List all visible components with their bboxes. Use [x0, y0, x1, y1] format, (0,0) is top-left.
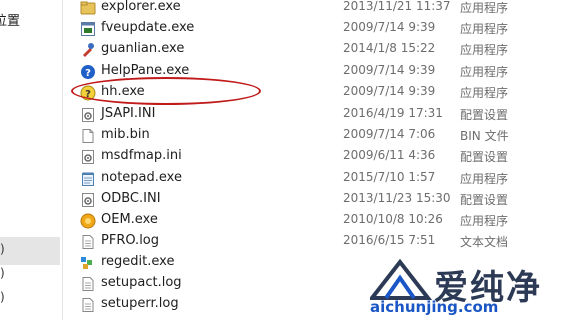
file-name: explorer.exe	[101, 0, 181, 14]
file-date-modified: 2009/7/14 7:06	[343, 127, 436, 141]
help-question-icon: ?	[80, 85, 96, 101]
svg-text:?: ?	[85, 89, 91, 100]
file-row[interactable]: ODBC.INI 2013/11/23 15:30 配置设置	[62, 189, 570, 211]
file-type: 应用程序	[460, 86, 509, 100]
file-row[interactable]: msdfmap.ini 2009/6/11 4:36 配置设置	[62, 146, 570, 168]
file-date-modified: 2009/7/14 9:39	[343, 20, 436, 34]
file-type: 应用程序	[460, 43, 509, 57]
file-row[interactable]: fveupdate.exe 2009/7/14 9:39 应用程序	[62, 18, 570, 40]
nav-selected-item[interactable]	[0, 237, 60, 265]
file-name: setuperr.log	[101, 296, 179, 311]
help-icon: ?	[80, 64, 96, 80]
file-date-modified: 2013/11/21 11:37	[343, 0, 451, 13]
ini-config-icon	[80, 149, 96, 165]
file-row[interactable]: notepad.exe 2015/7/10 1:57 应用程序	[62, 168, 570, 190]
regedit-icon	[80, 255, 96, 271]
notepad-icon	[80, 171, 96, 187]
file-type: 应用程序	[460, 1, 509, 15]
file-name: fveupdate.exe	[101, 20, 195, 35]
file-row[interactable]: PFRO.log 2016/6/15 7:51 文本文档	[62, 231, 570, 253]
file-date-modified: 2016/4/19 17:31	[343, 106, 443, 120]
file-row[interactable]: ? hh.exe 2009/7/14 9:39 应用程序	[62, 82, 570, 104]
file-row[interactable]: OEM.exe 2010/10/8 10:26 应用程序	[62, 210, 570, 232]
tool-icon	[80, 42, 96, 58]
file-type: BIN 文件	[460, 129, 509, 143]
watermark-logo-icon	[370, 258, 432, 300]
file-type: 应用程序	[460, 22, 509, 36]
text-document-icon	[80, 297, 96, 313]
file-name: ODBC.INI	[101, 191, 161, 206]
file-row[interactable]: guanlian.exe 2014/1/8 15:22 应用程序	[62, 39, 570, 61]
file-date-modified: 2015/7/10 1:57	[343, 170, 436, 184]
file-date-modified: 2014/1/8 15:22	[343, 41, 436, 55]
file-type: 应用程序	[460, 172, 509, 186]
exe-app-icon	[80, 21, 96, 37]
navigation-pane: 位置 ) ) )	[0, 0, 63, 320]
text-document-icon	[80, 276, 96, 292]
file-type: 配置设置	[460, 193, 509, 207]
file-type: 文本文档	[460, 235, 509, 249]
file-name: setupact.log	[101, 275, 182, 290]
file-date-modified: 2016/6/15 7:51	[343, 233, 436, 247]
file-name: JSAPI.INI	[101, 106, 156, 121]
file-type: 配置设置	[460, 150, 509, 164]
svg-text:?: ?	[85, 68, 91, 79]
file-row[interactable]: ? HelpPane.exe 2009/7/14 9:39 应用程序	[62, 61, 570, 83]
file-date-modified: 2009/7/14 9:39	[343, 84, 436, 98]
file-name: msdfmap.ini	[101, 148, 182, 163]
file-type: 应用程序	[460, 214, 509, 228]
file-name: hh.exe	[101, 84, 145, 99]
file-name: guanlian.exe	[101, 41, 185, 56]
nav-item[interactable]: )	[0, 242, 5, 256]
file-icon	[80, 128, 96, 144]
file-name: regedit.exe	[101, 254, 175, 269]
file-date-modified: 2013/11/23 15:30	[343, 191, 451, 205]
watermark: 爱纯净 aichunjing.com	[370, 258, 570, 320]
file-date-modified: 2009/6/11 4:36	[343, 148, 436, 162]
nav-item[interactable]: )	[0, 290, 5, 304]
file-name: PFRO.log	[101, 233, 160, 248]
file-row[interactable]: mib.bin 2009/7/14 7:06 BIN 文件	[62, 125, 570, 147]
explorer-icon	[80, 0, 96, 16]
nav-location-label: 位置	[0, 14, 21, 29]
nav-item[interactable]: )	[0, 266, 5, 280]
file-name: mib.bin	[101, 127, 150, 142]
file-name: OEM.exe	[101, 212, 158, 227]
file-row[interactable]: explorer.exe 2013/11/21 11:37 应用程序	[62, 0, 570, 19]
ini-config-icon	[80, 192, 96, 208]
watermark-url: aichunjing.com	[370, 298, 499, 316]
oem-icon	[80, 213, 96, 229]
ini-config-icon	[80, 107, 96, 123]
file-date-modified: 2009/7/14 9:39	[343, 63, 436, 77]
file-name: notepad.exe	[101, 170, 182, 185]
file-date-modified: 2010/10/8 10:26	[343, 212, 443, 226]
file-type: 配置设置	[460, 108, 509, 122]
file-row[interactable]: JSAPI.INI 2016/4/19 17:31 配置设置	[62, 104, 570, 126]
text-document-icon	[80, 234, 96, 250]
file-type: 应用程序	[460, 65, 509, 79]
file-name: HelpPane.exe	[101, 63, 190, 78]
